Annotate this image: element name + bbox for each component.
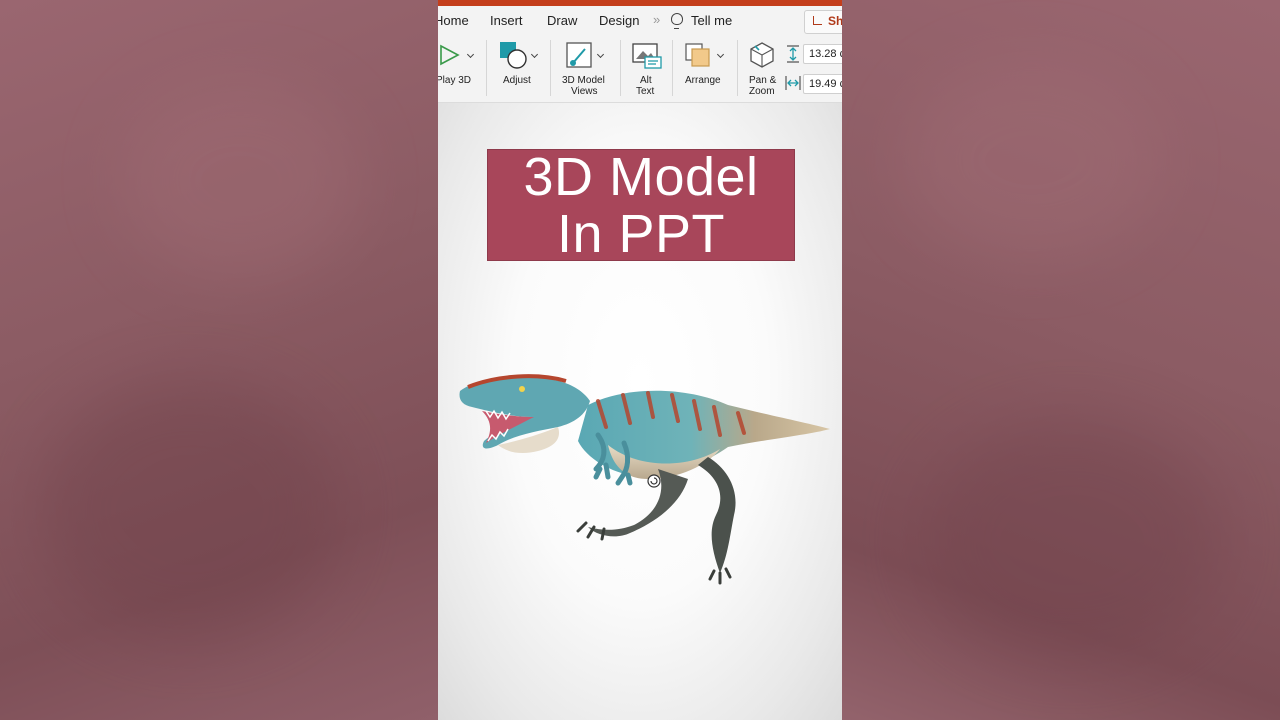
background-blur-right	[842, 0, 1280, 720]
pan-zoom-button[interactable]: Pan & Zoom	[744, 34, 782, 100]
3d-model-views-label-1: 3D Model	[562, 75, 605, 86]
tab-draw[interactable]: Draw	[547, 13, 577, 28]
chevron-down-icon	[716, 50, 725, 59]
chevron-down-icon	[466, 50, 475, 59]
play-icon	[440, 44, 460, 66]
pan-zoom-label-2: Zoom	[749, 86, 775, 97]
divider	[550, 40, 551, 96]
trex-3d-model[interactable]	[458, 365, 834, 587]
arrange-icon	[685, 43, 710, 67]
slide-canvas: 3D Model In PPT	[438, 103, 842, 720]
more-tabs-chevron[interactable]: »	[653, 12, 660, 27]
height-field[interactable]: 13.28 c	[803, 44, 842, 64]
share-button[interactable]: Sh	[804, 10, 842, 34]
alt-text-icon	[632, 43, 662, 69]
arrange-button[interactable]: Arrange	[680, 34, 730, 100]
tell-me-search[interactable]: Tell me	[691, 13, 732, 28]
width-icon	[785, 76, 801, 90]
adjust-icon	[500, 42, 527, 69]
title-textbox[interactable]: 3D Model In PPT	[487, 147, 795, 264]
alt-text-label-1: Alt	[640, 75, 652, 86]
width-field[interactable]: 19.49 c	[803, 74, 842, 94]
divider	[620, 40, 621, 96]
share-icon	[813, 16, 822, 25]
arrange-label: Arrange	[685, 75, 721, 86]
divider	[486, 40, 487, 96]
powerpoint-window: Home Insert Draw Design » Tell me Sh Pla…	[438, 0, 842, 720]
chevron-down-icon	[530, 50, 539, 59]
rotate-handle-icon[interactable]	[647, 474, 661, 488]
adjust-label: Adjust	[503, 75, 531, 86]
title-line-2: In PPT	[556, 204, 726, 264]
alt-text-label-2: Text	[636, 86, 655, 97]
height-icon	[787, 45, 799, 63]
ribbon-tab-bar: Home Insert Draw Design » Tell me Sh	[438, 6, 842, 34]
3d-model-views-label-2: Views	[571, 86, 598, 97]
tab-home[interactable]: Home	[438, 13, 469, 28]
lightbulb-icon	[671, 13, 683, 29]
share-label: Sh	[828, 14, 842, 28]
play-3d-label: Play 3D	[438, 75, 472, 86]
chevron-down-icon	[596, 50, 605, 59]
divider	[672, 40, 673, 96]
adjust-button[interactable]: Adjust	[494, 34, 544, 100]
title-line-1: 3D Model	[523, 147, 759, 207]
ribbon-toolbar: Play 3D Adjust 3D Model Views Alt Text A…	[438, 34, 842, 103]
background-blur-left	[0, 0, 438, 720]
tab-insert[interactable]: Insert	[490, 13, 523, 28]
model-views-icon	[566, 42, 592, 68]
pan-zoom-label-1: Pan &	[749, 75, 777, 86]
divider	[737, 40, 738, 96]
alt-text-button[interactable]: Alt Text	[628, 34, 666, 100]
3d-model-views-button[interactable]: 3D Model Views	[558, 34, 618, 100]
play-3d-button[interactable]: Play 3D	[438, 34, 484, 100]
tab-design[interactable]: Design	[599, 13, 639, 28]
pan-zoom-icon	[750, 42, 774, 68]
